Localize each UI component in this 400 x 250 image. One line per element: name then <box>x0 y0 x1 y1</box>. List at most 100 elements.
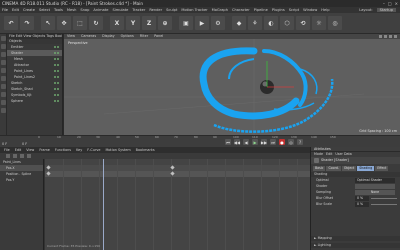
menu-file[interactable]: File <box>2 8 8 12</box>
mapping-group[interactable]: ► Mapping <box>311 236 400 241</box>
menu-pipeline[interactable]: Pipeline <box>254 8 268 12</box>
points-mode-icon[interactable] <box>1 60 6 65</box>
render-settings-icon[interactable]: ⚙ <box>211 16 225 30</box>
camera-icon[interactable]: ◎ <box>328 16 342 30</box>
render-view-icon[interactable]: ▣ <box>179 16 193 30</box>
minimize-button[interactable]: – <box>383 1 385 6</box>
object-item[interactable]: Sphere <box>7 98 62 104</box>
menu-edit[interactable]: Edit <box>12 8 19 12</box>
timeline-menu-functions[interactable]: Functions <box>55 147 71 153</box>
viewport[interactable]: View Cameras Display Options Filter Pane… <box>63 34 400 135</box>
previous-key-button[interactable]: ◀◀ <box>234 139 240 145</box>
next-key-button[interactable]: ▶▶ <box>261 139 267 145</box>
axis-mode-icon[interactable] <box>1 84 6 89</box>
menu-sculpt[interactable]: Sculpt <box>166 8 177 12</box>
light-icon[interactable]: ☼ <box>312 16 326 30</box>
menu-mograph[interactable]: MoGraph <box>212 8 228 12</box>
timeline-menu-motion-system[interactable]: Motion System <box>105 147 130 153</box>
lock-workplane-icon[interactable] <box>1 100 6 105</box>
sampling-dropdown[interactable]: None <box>355 190 395 195</box>
menu-tools[interactable]: Tools <box>54 8 63 12</box>
tab-basic[interactable]: Basic <box>313 165 326 171</box>
redo-icon[interactable]: ↷ <box>20 16 34 30</box>
menu-plugins[interactable]: Plugins <box>272 8 285 12</box>
workplane-icon[interactable] <box>1 52 6 57</box>
snap-icon[interactable] <box>1 92 6 97</box>
blur-offset-field[interactable]: 0 % <box>355 196 369 201</box>
z-axis-lock-icon[interactable]: Z <box>142 16 156 30</box>
menu-character[interactable]: Character <box>232 8 250 12</box>
timeline-menu-edit[interactable]: Edit <box>15 147 22 153</box>
current-frame-field[interactable]: 0 F <box>22 142 27 146</box>
blur-offset-slider[interactable] <box>371 198 397 199</box>
undo-icon[interactable]: ↶ <box>4 16 18 30</box>
dope-sheet[interactable]: Current Frame: 35 Preview: 0->150 <box>45 159 310 250</box>
menu-script[interactable]: Script <box>289 8 299 12</box>
tab-coord[interactable]: Coord. <box>326 165 341 171</box>
render-picture-viewer-icon[interactable]: ▶ <box>195 16 209 30</box>
select-tool-icon[interactable]: ↖ <box>41 16 55 30</box>
previous-frame-button[interactable]: ◀ <box>243 139 249 145</box>
model-mode-icon[interactable] <box>1 36 6 41</box>
x-axis-lock-icon[interactable]: X <box>110 16 124 30</box>
polygons-mode-icon[interactable] <box>1 76 6 81</box>
cube-object-icon[interactable]: ◆ <box>232 16 246 30</box>
key-mode-icon[interactable] <box>6 154 10 158</box>
go-to-start-button[interactable]: ⏮ <box>225 139 231 145</box>
menu-window[interactable]: Window <box>303 8 317 12</box>
solo-icon[interactable] <box>1 108 6 113</box>
menu-render[interactable]: Render <box>149 8 162 12</box>
array-icon[interactable]: ⬡ <box>280 16 294 30</box>
shader-link-field[interactable] <box>355 184 395 189</box>
move-tool-icon[interactable]: ✥ <box>57 16 71 30</box>
edges-mode-icon[interactable] <box>1 68 6 73</box>
pen-spline-icon[interactable]: ⚘ <box>248 16 262 30</box>
bend-deformer-icon[interactable]: ⟲ <box>296 16 310 30</box>
timeline-playhead[interactable] <box>103 159 104 250</box>
keyframe-selection-button[interactable]: ? <box>297 139 303 145</box>
zoom-icon[interactable] <box>27 154 31 158</box>
start-frame-field[interactable]: 0 F <box>2 142 7 146</box>
menu-create[interactable]: Create <box>23 8 35 12</box>
menu-animate[interactable]: Animate <box>93 8 108 12</box>
menu-simulate[interactable]: Simulate <box>112 8 128 12</box>
timeline-menu-fcurve[interactable]: F-Curve <box>87 147 100 153</box>
texture-mode-icon[interactable] <box>1 44 6 49</box>
record-button[interactable]: ● <box>279 139 285 145</box>
layout-dropdown[interactable]: Startup <box>376 8 396 12</box>
timeline-ruler[interactable]: 0 10 20 30 40 50 60 70 80 90 100 110 120… <box>38 135 350 141</box>
lighting-group[interactable]: ► Lighting <box>311 243 400 248</box>
timeline-menu-bookmarks[interactable]: Bookmarks <box>136 147 155 153</box>
tab-shading[interactable]: Shading <box>357 165 375 171</box>
menu-help[interactable]: Help <box>321 8 329 12</box>
scale-tool-icon[interactable]: ⬚ <box>73 16 87 30</box>
viewport-nav-icons[interactable] <box>379 35 397 38</box>
rotate-tool-icon[interactable]: ↻ <box>89 16 103 30</box>
timeline-menu-file[interactable]: File <box>4 147 10 153</box>
timeline-menu-key[interactable]: Key <box>76 147 82 153</box>
track-item[interactable]: Pos.Y <box>0 177 43 183</box>
go-to-end-button[interactable]: ⏭ <box>270 139 276 145</box>
autokey-button[interactable]: ◎ <box>288 139 294 145</box>
tab-object[interactable]: Object <box>341 165 357 171</box>
fcurve-mode-icon[interactable] <box>13 154 17 158</box>
blur-scale-slider[interactable] <box>371 204 397 205</box>
menu-select[interactable]: Select <box>39 8 50 12</box>
motion-mode-icon[interactable] <box>20 154 24 158</box>
timeline-menu-frame[interactable]: Frame <box>39 147 50 153</box>
optimal-dropdown[interactable]: Optimal Shader <box>355 178 395 183</box>
subdivision-icon[interactable]: ◐ <box>264 16 278 30</box>
close-button[interactable]: × <box>395 1 398 6</box>
blur-scale-field[interactable]: 0 % <box>355 202 369 207</box>
timeline-menu-view[interactable]: View <box>26 147 34 153</box>
play-button[interactable]: ▶ <box>252 139 258 145</box>
menu-mesh[interactable]: Mesh <box>67 8 76 12</box>
maximize-button[interactable]: □ <box>388 1 392 6</box>
menu-motion-tracker[interactable]: Motion Tracker <box>181 8 207 12</box>
selected-object-name: Shader [Shader] <box>321 158 349 162</box>
menu-snap[interactable]: Snap <box>80 8 89 12</box>
world-coords-icon[interactable]: ⊕ <box>158 16 172 30</box>
y-axis-lock-icon[interactable]: Y <box>126 16 140 30</box>
menu-tracker[interactable]: Tracker <box>132 8 145 12</box>
tab-effect[interactable]: Effect <box>375 165 389 171</box>
